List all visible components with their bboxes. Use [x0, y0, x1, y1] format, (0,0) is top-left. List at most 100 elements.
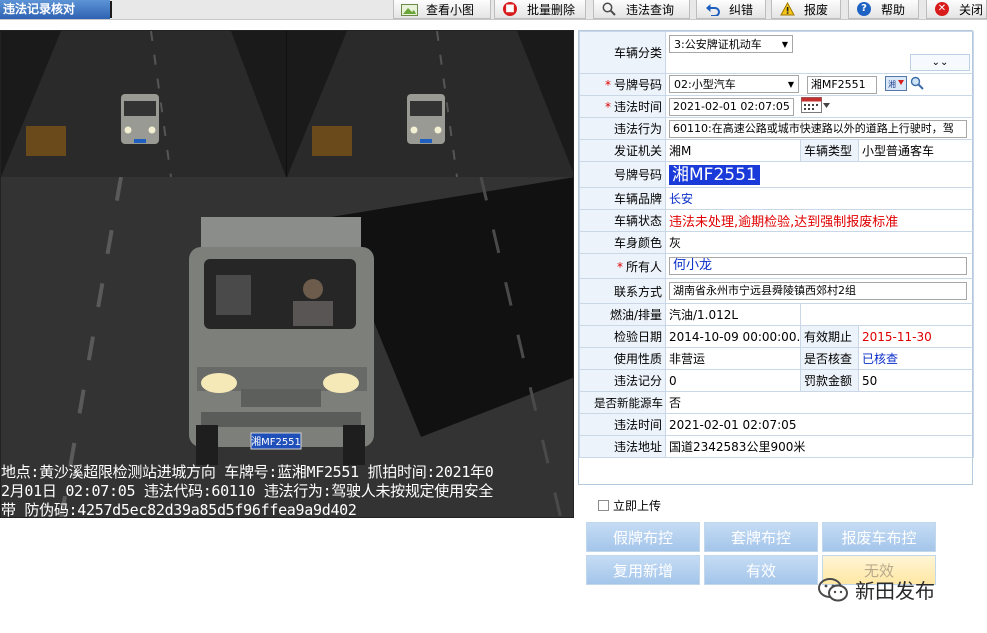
violation-query-button[interactable]: 违法查询 — [593, 0, 690, 19]
usage-value: 非营运 — [665, 347, 801, 370]
undo-icon — [703, 2, 721, 17]
vehicle-category-select[interactable]: 3:公安牌证机动车 ▼ — [669, 35, 793, 53]
watermark-text: 新田发布 — [855, 579, 935, 603]
vehicle-type-label: 车辆类型 — [800, 139, 859, 162]
inspection-date-value: 2014-10-09 00:00:00.0 — [665, 325, 801, 348]
window-title: 违法记录核对 — [0, 0, 110, 19]
vehicle-category-value: 3:公安牌证机动车 — [674, 38, 762, 51]
stop-icon: ■ — [501, 2, 519, 17]
violation-photo[interactable]: 湘MF2551 地点:黄沙溪超限检测站进城方向 车牌号:蓝湘MF2551 抓拍时… — [0, 30, 574, 518]
close-label: 关闭 — [959, 2, 984, 17]
fuel-label: 燃油/排量 — [579, 303, 666, 326]
required-marker: * — [604, 78, 611, 92]
close-button[interactable]: ✕ 关闭 — [926, 0, 987, 19]
plate-number-label: 号牌号码 — [579, 161, 666, 188]
plate-number-highlight: 湘MF2551 — [669, 164, 760, 185]
record-form: 车辆分类 3:公安牌证机动车 ▼ ⌄⌄ * 号牌号码 02:小型汽车 ▼ 湘MF2… — [579, 31, 975, 458]
owner-input[interactable]: 何小龙 — [669, 257, 967, 275]
vehicle-brand-value: 长安 — [664, 187, 975, 210]
required-marker: * — [616, 259, 623, 274]
svg-text:湘: 湘 — [888, 79, 896, 89]
thumbnail-left[interactable] — [1, 31, 286, 177]
violation-act-input[interactable]: 60110:在高速公路或城市快速路以外的道路上行驶时，驾 — [669, 119, 967, 138]
valid-until-value: 2015-11-30 — [857, 325, 975, 348]
points-label: 违法记分 — [579, 369, 666, 392]
fake-plate-button[interactable]: 假牌布控 — [586, 522, 700, 552]
violation-time-input[interactable]: 2021-02-01 02:07:05 — [669, 97, 794, 116]
expand-chevron-icon[interactable]: ⌄⌄ — [910, 54, 971, 71]
violation-query-label: 违法查询 — [626, 2, 675, 17]
cloned-plate-button[interactable]: 套牌布控 — [704, 522, 818, 552]
new-energy-label: 是否新能源车 — [579, 391, 666, 414]
vehicle-brand-label: 车辆品牌 — [579, 187, 666, 210]
help-icon: ? — [855, 2, 873, 17]
checkbox-icon[interactable] — [598, 500, 609, 511]
valid-button[interactable]: 有效 — [704, 555, 818, 585]
fine-label: 罚款金额 — [800, 369, 859, 392]
search-icon — [600, 2, 618, 17]
correct-label: 纠错 — [729, 2, 754, 17]
top-toolbar: 违法记录核对 查看小图 ■ 批量删除 违法查询 纠错 报废 ? 帮助 ✕ 关闭 — [0, 0, 987, 20]
vehicle-status-label: 车辆状态 — [579, 209, 666, 232]
upload-now-checkbox[interactable]: 立即上传 — [598, 497, 661, 514]
batch-delete-label: 批量删除 — [527, 2, 576, 17]
wechat-icon — [818, 577, 848, 601]
report-error-button[interactable]: 报废 — [771, 0, 841, 19]
help-button[interactable]: ? 帮助 — [848, 0, 919, 19]
violation-time2-label: 违法时间 — [579, 413, 666, 436]
valid-until-label: 有效期止 — [800, 325, 859, 348]
violation-time2-value: 2021-02-01 02:07:05 — [664, 413, 975, 436]
correct-button[interactable]: 纠错 — [696, 0, 766, 19]
record-form-panel: 车辆分类 3:公安牌证机动车 ▼ ⌄⌄ * 号牌号码 02:小型汽车 ▼ 湘MF2… — [578, 30, 975, 485]
vehicle-type-value: 小型普通客车 — [857, 139, 975, 162]
usage-label: 使用性质 — [579, 347, 666, 370]
fuel-value: 汽油/1.012L — [665, 303, 801, 326]
warning-icon — [778, 2, 796, 17]
caption-line-2: 2月01日 02:07:05 违法代码:60110 违法行为:驾驶人未按规定使用… — [1, 482, 494, 500]
chevron-down-icon: ▼ — [787, 79, 794, 89]
title-separator — [110, 1, 112, 18]
vehicle-category-label: 车辆分类 — [579, 31, 666, 74]
vehicle-status-value: 违法未处理,逾期检验,达到强制报废标准 — [664, 209, 975, 232]
points-value: 0 — [665, 369, 801, 392]
car-plate-text: 湘MF2551 — [251, 435, 301, 448]
watermark: 新田发布 — [818, 575, 935, 604]
scrap-vehicle-button[interactable]: 报废车布控 — [822, 522, 936, 552]
checked-label: 是否核查 — [800, 347, 859, 370]
location-value: 国道2342583公里900米 — [664, 435, 975, 458]
fine-value: 50 — [857, 369, 975, 392]
upload-now-label: 立即上传 — [613, 499, 662, 513]
view-thumb-label: 查看小图 — [426, 2, 475, 17]
chevron-down-icon: ▼ — [781, 39, 788, 49]
plate-type-value: 02:小型汽车 — [674, 78, 736, 92]
required-marker: * — [604, 100, 611, 114]
batch-delete-button[interactable]: ■ 批量删除 — [494, 0, 586, 19]
location-label: 违法地址 — [579, 435, 666, 458]
caption-line-3: 带 防伪码:4257d5ec82d39a85d5f96ffea9a9d402 — [1, 501, 357, 518]
body-color-label: 车身颜色 — [579, 231, 666, 254]
plate-type-label: 号牌号码 — [613, 78, 662, 92]
inspection-date-label: 检验日期 — [579, 325, 666, 348]
caption-line-1: 地点:黄沙溪超限检测站进城方向 车牌号:蓝湘MF2551 抓拍时间:2021年0 — [1, 463, 494, 481]
plate-number-input[interactable]: 湘MF2551 — [806, 75, 877, 94]
thumbnail-right[interactable] — [287, 31, 573, 177]
issuing-authority-value: 湘M — [665, 139, 801, 162]
search-icon[interactable] — [910, 76, 925, 93]
report-error-label: 报废 — [804, 2, 829, 17]
close-icon: ✕ — [933, 2, 951, 17]
new-energy-value: 否 — [664, 391, 975, 414]
body-color-value: 灰 — [664, 231, 975, 254]
checked-value: 已核查 — [857, 347, 975, 370]
photo-caption: 地点:黄沙溪超限检测站进城方向 车牌号:蓝湘MF2551 抓拍时间:2021年0… — [1, 463, 573, 518]
reuse-new-button[interactable]: 复用新增 — [586, 555, 700, 585]
issuing-authority-label: 发证机关 — [579, 139, 666, 162]
image-icon — [400, 2, 418, 17]
violation-act-label: 违法行为 — [579, 117, 666, 140]
contact-input[interactable]: 湖南省永州市宁远县舜陵镇西郊村2组 — [669, 282, 967, 300]
keyboard-icon[interactable]: 湘 — [884, 75, 907, 94]
plate-type-select[interactable]: 02:小型汽车 ▼ — [669, 75, 799, 94]
calendar-icon[interactable] — [800, 97, 831, 116]
owner-label: 所有人 — [625, 259, 662, 274]
contact-label: 联系方式 — [579, 278, 666, 304]
view-thumb-button[interactable]: 查看小图 — [393, 0, 491, 19]
